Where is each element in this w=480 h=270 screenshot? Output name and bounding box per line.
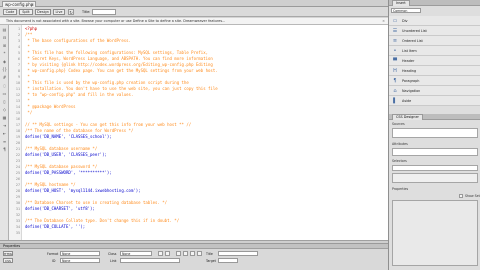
document-tab-bar: wp-config.php × xyxy=(0,0,388,7)
css-mode-button[interactable]: CSS xyxy=(3,258,13,263)
format-label: Format xyxy=(47,252,59,256)
insert-item[interactable]: ▌ Aside xyxy=(389,96,480,106)
selectors-filter[interactable] xyxy=(392,165,478,171)
insert-item-label: Header xyxy=(402,59,415,63)
attributes-header: Attributes xyxy=(392,142,408,146)
unordered-list-button[interactable] xyxy=(176,251,181,256)
div-icon: ▭ xyxy=(392,18,398,24)
target-select[interactable] xyxy=(218,258,238,263)
bold-button[interactable] xyxy=(158,251,163,256)
collapse-selection-icon[interactable]: ⊞ xyxy=(2,43,7,48)
info-bar: This document is not associated with a s… xyxy=(0,18,388,25)
move-css-icon[interactable]: ⇥ xyxy=(2,123,7,128)
dreamweaver-window: wp-config.php × Code Split Design Live ↻… xyxy=(0,0,480,270)
code-view-button[interactable]: Code xyxy=(3,9,17,15)
title-label: Title xyxy=(206,252,213,256)
insert-panel-tab[interactable]: Insert xyxy=(392,0,410,6)
properties-inspector: Properties HTML CSS Format None ID None … xyxy=(0,243,388,270)
title-label: Title: xyxy=(82,10,91,14)
insert-item[interactable]: ☰ Unordered List xyxy=(389,26,480,36)
heading-icon: H xyxy=(393,68,397,74)
attributes-list[interactable] xyxy=(392,148,478,156)
insert-panel-header[interactable]: Insert xyxy=(389,0,480,6)
ordered-list-button[interactable] xyxy=(183,251,188,256)
refresh-icon[interactable]: ↻ xyxy=(68,9,74,15)
recent-snippets-icon[interactable]: ▦ xyxy=(2,115,7,120)
css-designer-header[interactable]: CSS Designer xyxy=(389,114,480,120)
insert-item-label: Heading xyxy=(402,69,417,73)
show-set-label: Show Set xyxy=(465,194,480,198)
format-select[interactable]: None xyxy=(60,251,100,256)
insert-item-label: List Item xyxy=(402,49,417,53)
indent-button[interactable] xyxy=(197,251,202,256)
ordered-list-icon: ≡ xyxy=(392,38,398,44)
unordered-list-icon: ☰ xyxy=(392,28,398,34)
wrap-tag-icon[interactable]: ◇ xyxy=(2,107,7,112)
css-properties-area[interactable] xyxy=(392,200,478,266)
list-item-icon: • xyxy=(393,48,397,54)
show-set-checkbox[interactable] xyxy=(459,194,463,198)
html-mode-button[interactable]: HTML xyxy=(3,251,13,256)
properties-header: Properties xyxy=(0,244,388,249)
target-label: Target xyxy=(206,259,216,263)
insert-item-label: Aside xyxy=(402,99,412,103)
header-icon: ▀ xyxy=(393,58,397,64)
insert-item-label: Unordered List xyxy=(402,29,427,33)
sources-label: Sources xyxy=(392,122,405,126)
link-label: Link xyxy=(110,259,117,263)
sources-list[interactable] xyxy=(392,128,478,138)
outdent-button[interactable] xyxy=(190,251,195,256)
select-parent-tag-icon[interactable]: ◈ xyxy=(2,59,7,64)
insert-item[interactable]: • List Item xyxy=(389,46,480,56)
balance-braces-icon[interactable]: {} xyxy=(2,67,7,72)
highlight-invalid-icon[interactable]: ◌ xyxy=(2,83,7,88)
selectors-list[interactable] xyxy=(392,173,478,183)
id-select[interactable]: None xyxy=(60,258,100,263)
class-label: Class xyxy=(108,252,117,256)
panel-dock: Insert Common ▭ Div ☰ Unordered List ≡ Ordere… xyxy=(388,0,480,270)
split-view-button[interactable]: Split xyxy=(19,9,33,15)
format-source-icon[interactable]: ¶ xyxy=(2,147,7,152)
aside-icon: ▌ xyxy=(393,98,397,104)
properties-panel-header: Properties xyxy=(392,187,409,191)
remove-comment-icon[interactable]: ▯ xyxy=(2,99,7,104)
expand-all-icon[interactable]: * xyxy=(2,51,7,56)
insert-item-label: Ordered List xyxy=(402,39,423,43)
insert-item[interactable]: ▭ Div xyxy=(389,16,480,26)
live-view-button[interactable]: Live xyxy=(53,9,65,15)
insert-category-select[interactable]: Common xyxy=(391,8,421,13)
insert-item-label: Paragraph xyxy=(402,79,420,83)
outdent-icon[interactable]: ≡ xyxy=(2,139,7,144)
collapse-tag-icon[interactable]: ⊟ xyxy=(2,35,7,40)
title-input[interactable] xyxy=(92,9,116,15)
insert-item[interactable]: H Heading xyxy=(389,66,480,76)
indent-icon[interactable]: ⇤ xyxy=(2,131,7,136)
line-number: 35 xyxy=(15,231,20,235)
document-toolbar: Code Split Design Live ↻ Title: xyxy=(0,7,388,17)
code-editor[interactable]: 1 <?php 2/** 3 * The base configurations of… xyxy=(9,25,388,240)
id-label: ID xyxy=(52,259,56,263)
insert-item[interactable]: ▀ Header xyxy=(389,56,480,66)
class-select[interactable]: None xyxy=(120,251,152,256)
close-icon[interactable]: × xyxy=(382,18,385,24)
line-numbers-icon[interactable]: # xyxy=(2,75,7,80)
link-field[interactable] xyxy=(120,258,180,263)
insert-item-label: Navigation xyxy=(402,89,421,93)
insert-item[interactable]: ≡ Ordered List xyxy=(389,36,480,46)
coding-toolbar: ▤ ⊟ ⊞ * ◈ {} # ◌ ▭ ▯ ◇ ▦ ⇥ ⇤ ≡ ¶ xyxy=(0,25,9,240)
navigation-icon: ⌂ xyxy=(393,88,397,94)
title-field[interactable] xyxy=(218,251,258,256)
italic-button[interactable] xyxy=(165,251,170,256)
selectors-header: Selectors xyxy=(392,159,407,163)
insert-item[interactable]: ⌂ Navigation xyxy=(389,86,480,96)
apply-comment-icon[interactable]: ▭ xyxy=(2,91,7,96)
design-view-button[interactable]: Design xyxy=(35,9,51,15)
insert-item[interactable]: ¶ Paragraph xyxy=(389,76,480,86)
info-bar-message: This document is not associated with a s… xyxy=(6,19,226,23)
open-documents-icon[interactable]: ▤ xyxy=(2,27,7,32)
paragraph-icon: ¶ xyxy=(393,78,397,84)
insert-item-label: Div xyxy=(402,19,408,23)
css-designer-tab[interactable]: CSS Designer xyxy=(392,114,423,120)
code-line[interactable]: 35 xyxy=(9,230,388,236)
